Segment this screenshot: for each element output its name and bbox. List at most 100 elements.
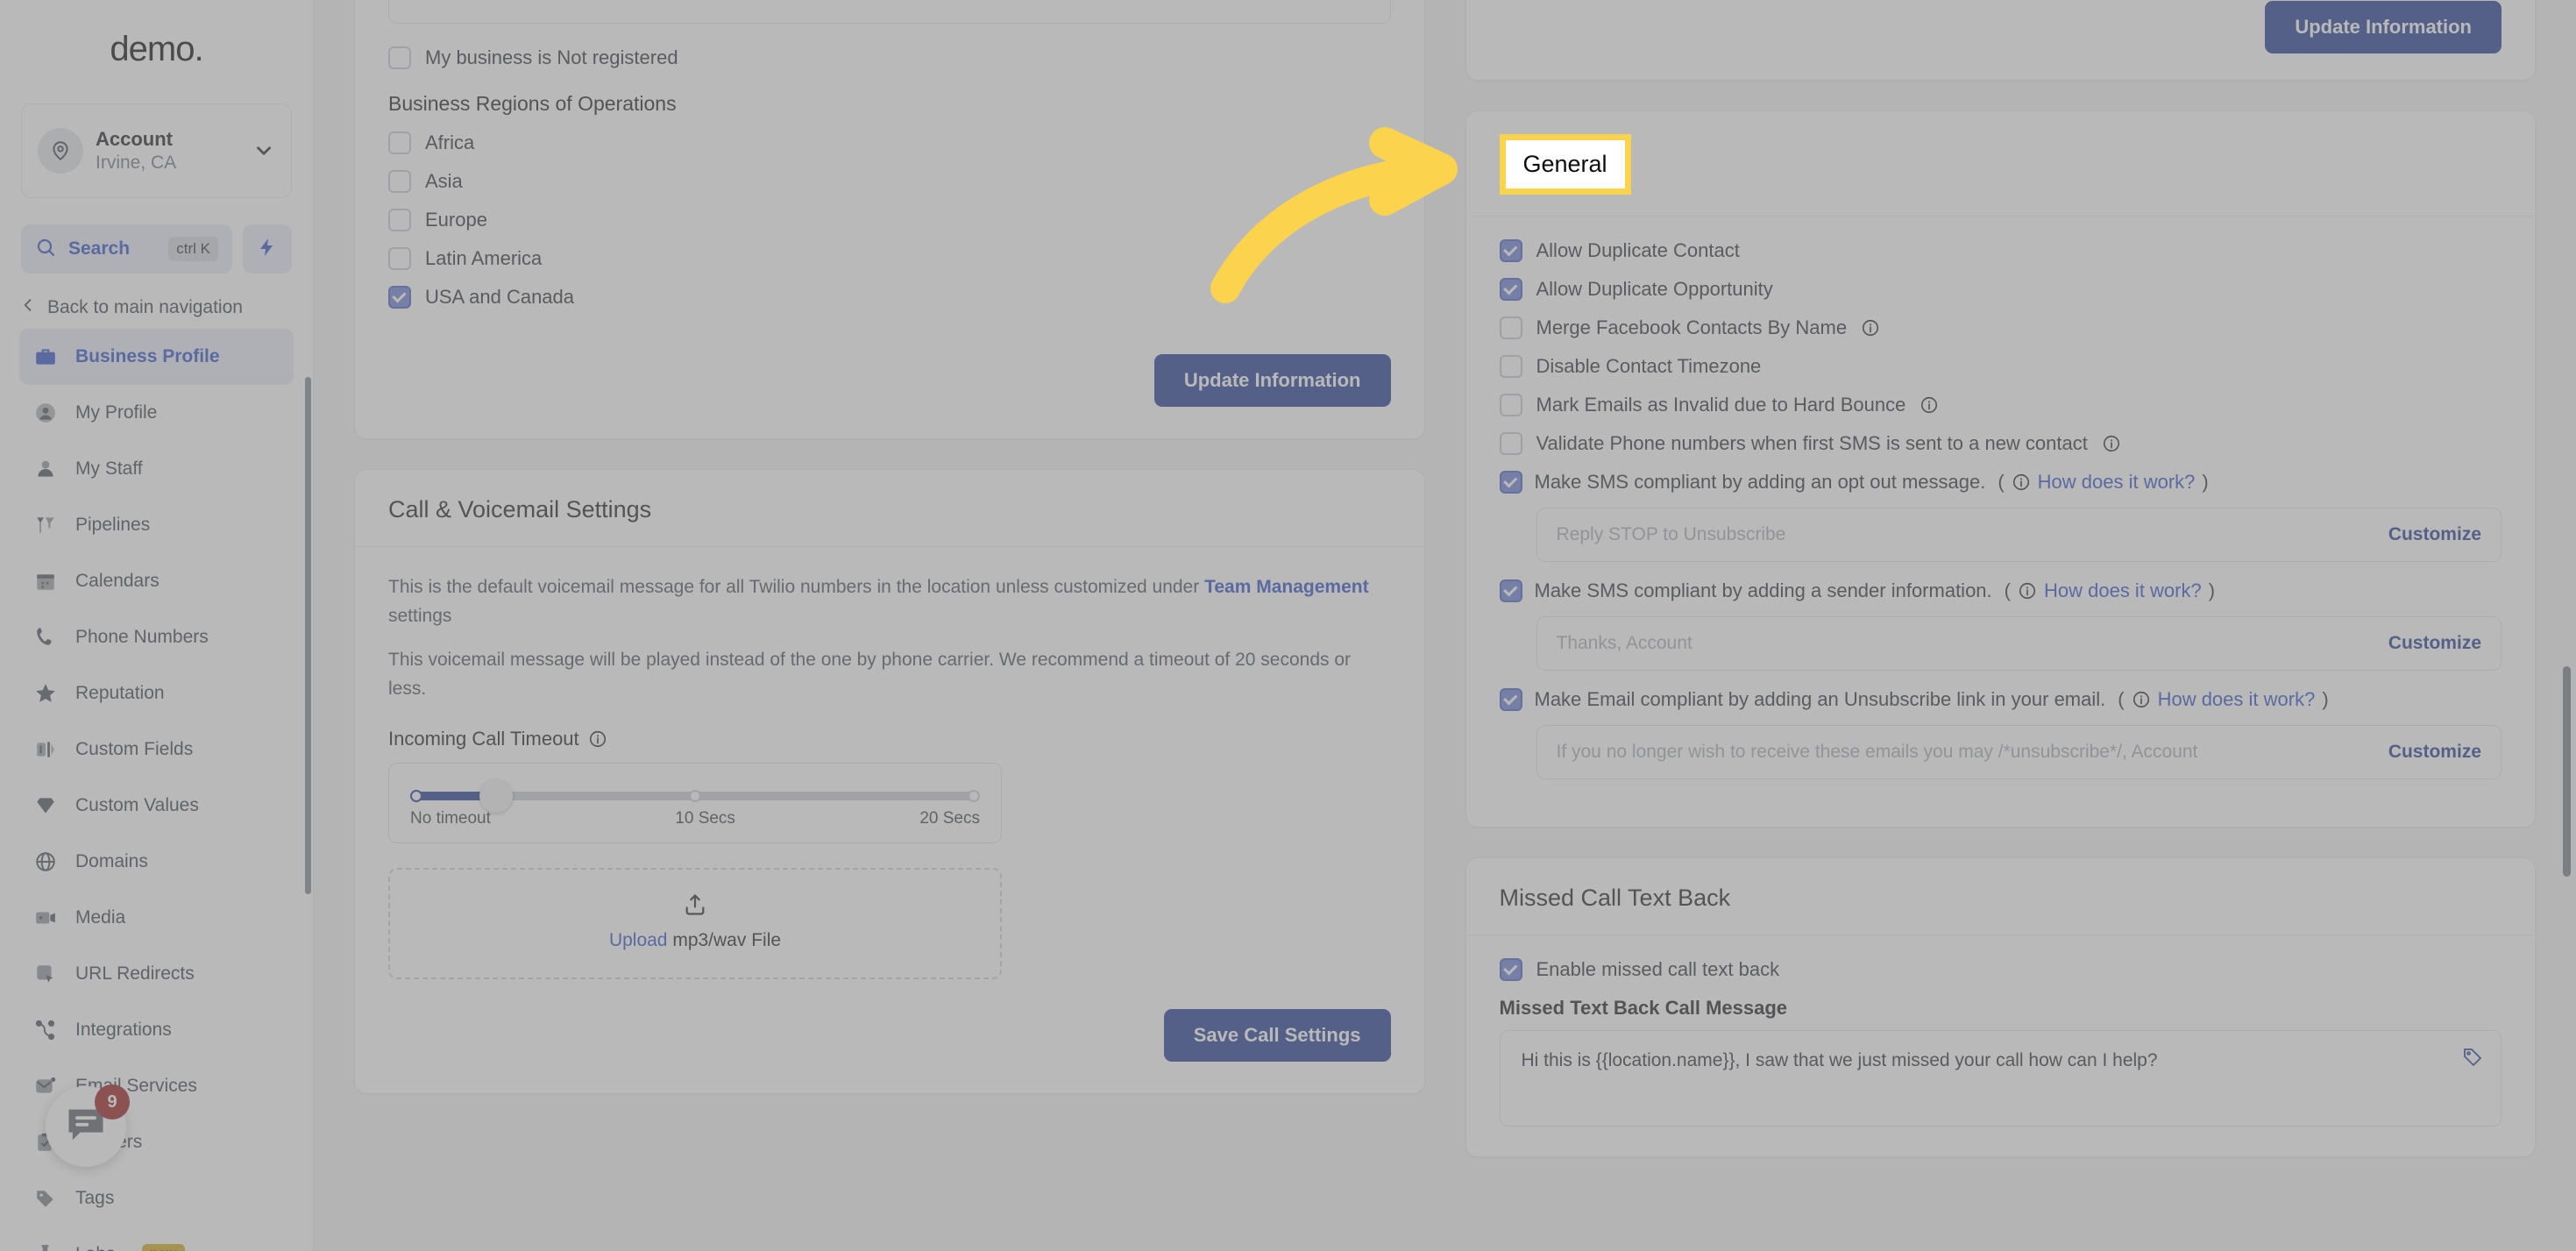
open-paren: ( bbox=[1998, 471, 2005, 493]
region-row-europe[interactable]: Europe bbox=[388, 209, 1391, 231]
support-chat-button[interactable]: 9 bbox=[46, 1084, 130, 1167]
sidebar-item-calendars[interactable]: Calendars bbox=[19, 553, 294, 609]
sidebar-item-media[interactable]: Media bbox=[19, 890, 294, 946]
upload-link[interactable]: Upload bbox=[609, 930, 668, 950]
general-row-allow-duplicate-opportunity[interactable]: Allow Duplicate Opportunity bbox=[1499, 278, 2502, 301]
how-does-it-work-link[interactable]: How does it work? bbox=[2044, 579, 2202, 602]
general-row-mark-emails-invalid[interactable]: Mark Emails as Invalid due to Hard Bounc… bbox=[1499, 394, 2502, 416]
voicemail-upload-dropzone[interactable]: Upload mp3/wav File bbox=[388, 868, 1002, 980]
region-row-usa-canada[interactable]: USA and Canada bbox=[388, 286, 1391, 309]
upload-text: Upload mp3/wav File bbox=[390, 930, 1000, 951]
chevron-down-icon[interactable] bbox=[252, 139, 275, 162]
region-checkbox-europe[interactable] bbox=[388, 209, 411, 231]
general-row-disable-contact-timezone[interactable]: Disable Contact Timezone bbox=[1499, 355, 2502, 378]
incoming-call-timeout-slider[interactable]: No timeout 10 Secs 20 Secs bbox=[388, 763, 1002, 844]
general-row-validate-phone-numbers[interactable]: Validate Phone numbers when first SMS is… bbox=[1499, 432, 2502, 455]
region-checkbox-latin-america[interactable] bbox=[388, 247, 411, 270]
update-information-button-right[interactable]: Update Information bbox=[2265, 1, 2501, 53]
sidebar-item-label: URL Redirects bbox=[75, 963, 195, 984]
search-input[interactable]: Search ctrl K bbox=[21, 224, 232, 274]
sms-optout-input[interactable]: Reply STOP to Unsubscribe Customize bbox=[1536, 508, 2501, 562]
region-row-asia[interactable]: Asia bbox=[388, 170, 1391, 193]
sidebar-item-label: Reputation bbox=[75, 683, 165, 703]
sidebar-item-business-profile[interactable]: Business Profile bbox=[19, 329, 294, 385]
sidebar-scrollbar[interactable] bbox=[305, 377, 311, 894]
location-pin-icon bbox=[38, 128, 83, 174]
slider-tick-2 bbox=[968, 790, 980, 803]
compliance-row-sms-sender[interactable]: Make SMS compliant by adding a sender in… bbox=[1499, 579, 2502, 602]
sidebar-item-integrations[interactable]: Integrations bbox=[19, 1002, 294, 1058]
region-checkbox-asia[interactable] bbox=[388, 170, 411, 193]
checkbox-allow-duplicate-opportunity[interactable] bbox=[1499, 278, 1522, 301]
info-icon[interactable] bbox=[588, 729, 607, 749]
update-information-button[interactable]: Update Information bbox=[1153, 354, 1391, 407]
region-row-africa[interactable]: Africa bbox=[388, 131, 1391, 154]
tag-icon bbox=[33, 1186, 58, 1211]
info-icon[interactable] bbox=[2132, 690, 2151, 709]
compliance-row-email-unsubscribe[interactable]: Make Email compliant by adding an Unsubs… bbox=[1499, 688, 2502, 711]
checkbox-mark-emails-invalid[interactable] bbox=[1499, 394, 1522, 416]
checkbox-enable-missed-call-text-back[interactable] bbox=[1499, 958, 1522, 981]
sidebar: demo. Account Irvine, CA Search ctrl K B… bbox=[0, 0, 314, 1251]
save-call-settings-button[interactable]: Save Call Settings bbox=[1163, 1009, 1391, 1063]
customize-button-sms-optout[interactable]: Customize bbox=[2388, 524, 2481, 545]
business-field-input[interactable] bbox=[388, 0, 1391, 24]
tag-icon[interactable] bbox=[2462, 1047, 2483, 1068]
sidebar-item-label: Calendars bbox=[75, 571, 160, 591]
checkbox-disable-contact-timezone[interactable] bbox=[1499, 355, 1522, 378]
sidebar-item-domains[interactable]: Domains bbox=[19, 834, 294, 890]
sidebar-item-pipelines[interactable]: Pipelines bbox=[19, 497, 294, 553]
checkbox-validate-phone-numbers[interactable] bbox=[1499, 432, 1522, 455]
region-row-latin-america[interactable]: Latin America bbox=[388, 247, 1391, 270]
sidebar-item-custom-fields[interactable]: Custom Fields bbox=[19, 721, 294, 778]
quick-actions-button[interactable] bbox=[243, 224, 292, 274]
how-does-it-work-link[interactable]: How does it work? bbox=[2038, 471, 2196, 494]
checkbox-email-unsubscribe[interactable] bbox=[1499, 688, 1522, 711]
page-scrollbar[interactable] bbox=[2563, 666, 2571, 877]
slider-knob[interactable] bbox=[479, 779, 513, 814]
general-row-merge-facebook-contacts[interactable]: Merge Facebook Contacts By Name bbox=[1499, 316, 2502, 339]
region-checkbox-usa-canada[interactable] bbox=[388, 286, 411, 309]
team-management-link[interactable]: Team Management bbox=[1204, 577, 1369, 597]
region-checkbox-africa[interactable] bbox=[388, 131, 411, 154]
business-not-registered-checkbox[interactable] bbox=[388, 46, 411, 69]
sidebar-item-label: Media bbox=[75, 907, 126, 928]
slider-track[interactable] bbox=[410, 779, 980, 814]
email-unsubscribe-input[interactable]: If you no longer wish to receive these e… bbox=[1536, 725, 2501, 779]
sms-sender-input[interactable]: Thanks, Account Customize bbox=[1536, 616, 2501, 671]
checkbox-sms-sender[interactable] bbox=[1499, 579, 1522, 602]
info-icon[interactable] bbox=[2018, 581, 2037, 601]
compliance-row-sms-optout[interactable]: Make SMS compliant by adding an opt out … bbox=[1499, 471, 2502, 494]
back-to-main-navigation[interactable]: Back to main navigation bbox=[19, 296, 313, 318]
checkbox-merge-facebook-contacts[interactable] bbox=[1499, 316, 1522, 339]
info-icon[interactable] bbox=[2102, 434, 2121, 453]
right-top-card-footer: Update Information bbox=[1466, 0, 2536, 80]
sidebar-item-phone-numbers[interactable]: Phone Numbers bbox=[19, 609, 294, 665]
checkbox-sms-optout[interactable] bbox=[1499, 471, 1522, 494]
enable-missed-call-label: Enable missed call text back bbox=[1536, 958, 1780, 980]
info-icon[interactable] bbox=[1861, 318, 1880, 338]
missed-call-body: Enable missed call text back Missed Text… bbox=[1466, 935, 2536, 1156]
enable-missed-call-row[interactable]: Enable missed call text back bbox=[1499, 958, 2502, 981]
sidebar-item-url-redirects[interactable]: URL Redirects bbox=[19, 946, 294, 1002]
missed-text-back-message-input[interactable]: Hi this is {{location.name}}, I saw that… bbox=[1499, 1030, 2501, 1127]
sidebar-item-my-staff[interactable]: My Staff bbox=[19, 441, 294, 497]
how-does-it-work-link[interactable]: How does it work? bbox=[2158, 688, 2316, 711]
sidebar-item-label: Phone Numbers bbox=[75, 627, 209, 647]
info-icon[interactable] bbox=[2012, 473, 2031, 492]
user-circle-icon bbox=[33, 401, 58, 425]
customize-button-sms-sender[interactable]: Customize bbox=[2388, 633, 2481, 654]
business-not-registered-row[interactable]: My business is Not registered bbox=[388, 46, 1391, 69]
sidebar-item-custom-values[interactable]: Custom Values bbox=[19, 778, 294, 834]
general-row-allow-duplicate-contact[interactable]: Allow Duplicate Contact bbox=[1499, 239, 2502, 262]
info-icon[interactable] bbox=[1920, 395, 1939, 415]
sidebar-item-my-profile[interactable]: My Profile bbox=[19, 385, 294, 441]
sidebar-item-tags[interactable]: Tags bbox=[19, 1170, 294, 1226]
account-location: Irvine, CA bbox=[96, 152, 177, 173]
customize-button-email-unsubscribe[interactable]: Customize bbox=[2388, 742, 2481, 763]
left-column: My business is Not registered Business R… bbox=[354, 0, 1425, 1187]
account-switcher[interactable]: Account Irvine, CA bbox=[21, 103, 292, 198]
checkbox-allow-duplicate-contact[interactable] bbox=[1499, 239, 1522, 262]
sidebar-item-labs[interactable]: Labs new bbox=[19, 1226, 294, 1251]
sidebar-item-reputation[interactable]: Reputation bbox=[19, 665, 294, 721]
